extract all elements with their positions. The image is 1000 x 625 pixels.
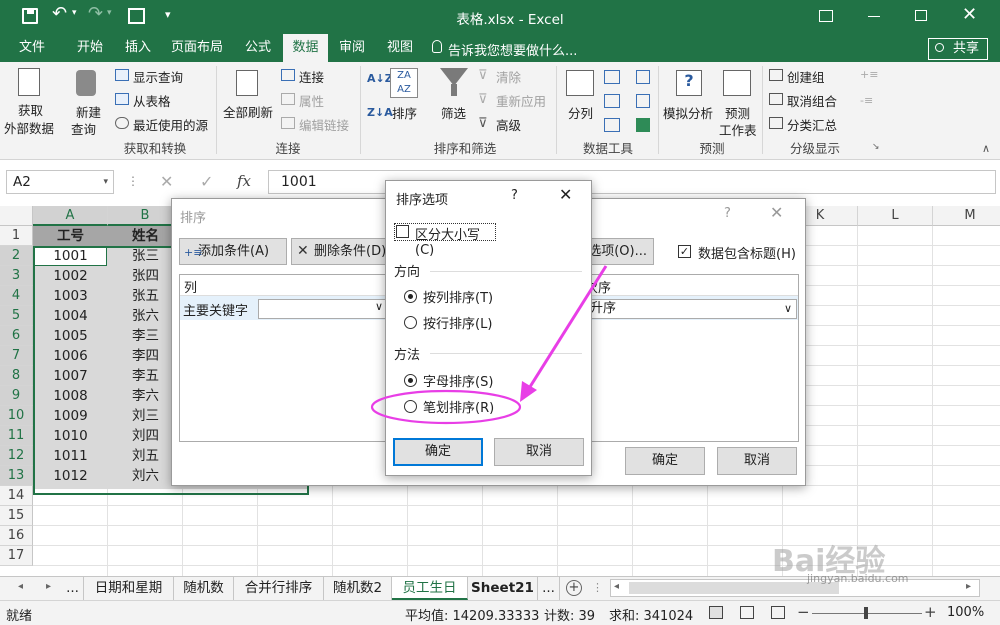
- sheet-tab-sheet21[interactable]: Sheet21: [468, 577, 538, 600]
- sheet-tab-random2[interactable]: 随机数2: [324, 577, 392, 600]
- annotation-arrowhead: [520, 381, 537, 402]
- annotation-ellipse: [370, 389, 522, 425]
- sheet-tab-employee-birthday[interactable]: 员工生日: [392, 577, 468, 600]
- scroll-right-icon[interactable]: ▸: [966, 581, 971, 592]
- tab-split-handle-icon[interactable]: ⋮: [592, 581, 603, 594]
- zoom-slider-thumb[interactable]: [864, 607, 868, 619]
- zoom-in-button[interactable]: +: [924, 603, 937, 621]
- zoom-out-button[interactable]: −: [797, 603, 810, 621]
- page-break-view-icon[interactable]: [771, 606, 785, 619]
- sheet-tab-date[interactable]: 日期和星期: [84, 577, 174, 600]
- annotation-arrow: [526, 265, 608, 391]
- status-ready: 就绪: [6, 609, 33, 624]
- scroll-tabs-right-icon[interactable]: ▸: [46, 581, 51, 592]
- status-bar: 就绪 平均值: 14209.33333 计数: 39 求和: 341024 − …: [0, 600, 1000, 625]
- annotation-overlay: [370, 265, 608, 425]
- baidu-jingyan-url: jingyan.baidu.com: [807, 572, 909, 585]
- scroll-tabs-left-icon[interactable]: ◂: [18, 581, 23, 592]
- status-sum[interactable]: 求和: 341024: [609, 605, 693, 624]
- scroll-left-icon[interactable]: ◂: [614, 581, 619, 592]
- zoom-level[interactable]: 100%: [947, 605, 984, 620]
- normal-view-icon[interactable]: [709, 606, 723, 619]
- status-count[interactable]: 计数: 39: [544, 605, 595, 624]
- horizontal-scrollbar[interactable]: ◂ ▸: [610, 579, 980, 597]
- sheet-tab-merge-sort[interactable]: 合并行排序: [234, 577, 324, 600]
- sheet-tab-more-right[interactable]: ...: [538, 577, 560, 600]
- page-layout-view-icon[interactable]: [740, 606, 754, 619]
- sheet-tab-random[interactable]: 随机数: [174, 577, 234, 600]
- sheet-tab-more-left[interactable]: ...: [62, 577, 84, 600]
- status-average[interactable]: 平均值: 14209.33333: [405, 605, 539, 624]
- new-sheet-button[interactable]: +: [566, 580, 582, 596]
